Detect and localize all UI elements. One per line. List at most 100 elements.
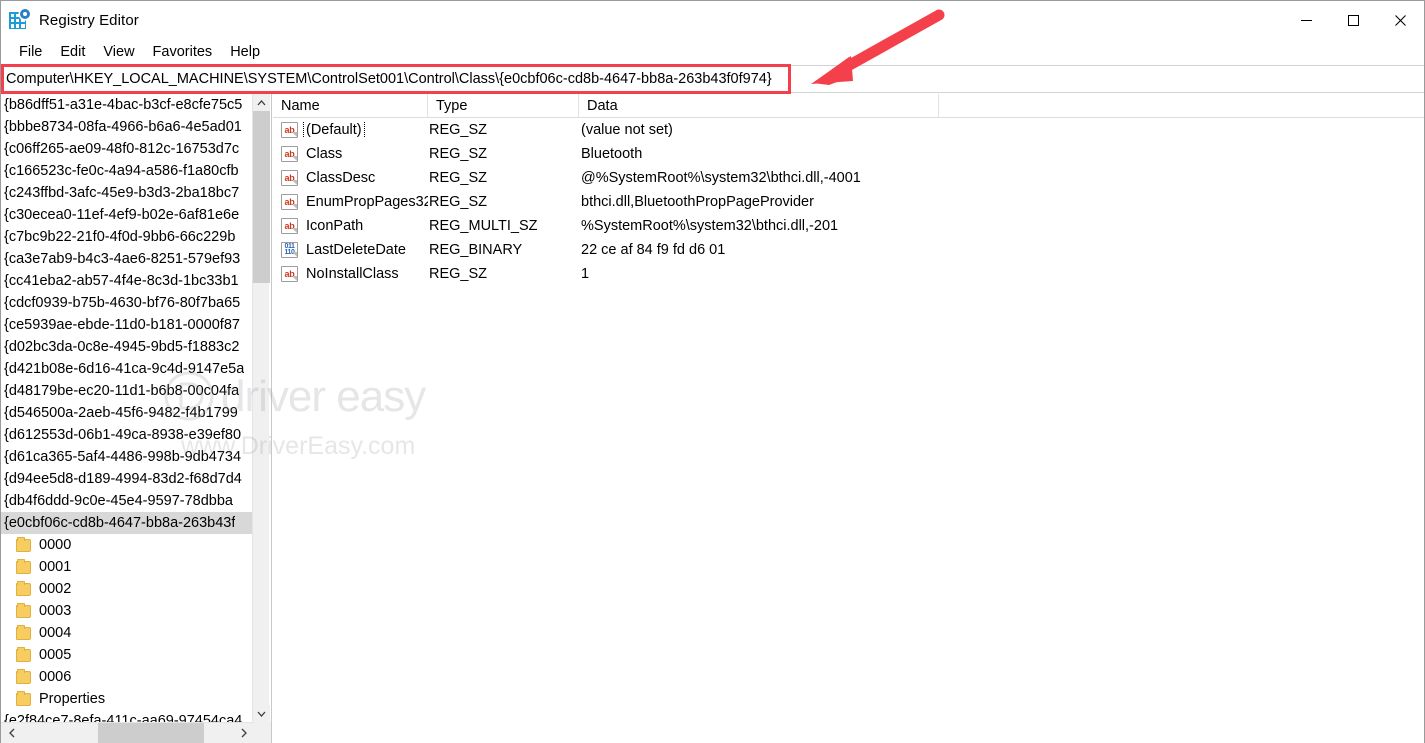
menu-item-favorites[interactable]: Favorites — [144, 42, 222, 62]
tree-item[interactable]: {cdcf0939-b75b-4630-bf76-80f7ba65 — [1, 292, 252, 314]
address-bar[interactable]: Computer\HKEY_LOCAL_MACHINE\SYSTEM\Contr… — [1, 66, 1424, 92]
binary-value-icon — [281, 242, 298, 258]
scroll-right-icon[interactable] — [233, 723, 254, 743]
value-name-cell: ClassDesc — [273, 170, 428, 186]
tree-item[interactable]: {d94ee5d8-d189-4994-83d2-f68d7d4 — [1, 468, 252, 490]
tree-item[interactable]: {ca3e7ab9-b4c3-4ae6-8251-579ef93 — [1, 248, 252, 270]
tree-horizontal-scroll-thumb[interactable] — [98, 723, 204, 743]
tree-item[interactable]: {d48179be-ec20-11d1-b6b8-00c04fa — [1, 380, 252, 402]
value-name-label: LastDeleteDate — [304, 242, 408, 258]
tree-item-label: {ca3e7ab9-b4c3-4ae6-8251-579ef93 — [4, 251, 240, 267]
tree-item[interactable]: {b86dff51-a31e-4bac-b3cf-e8cfe75c5 — [1, 94, 252, 116]
tree-item[interactable]: {ce5939ae-ebde-11d0-b181-0000f87 — [1, 314, 252, 336]
table-row[interactable]: (Default)REG_SZ(value not set) — [273, 118, 1424, 142]
tree-item[interactable]: 0001 — [1, 556, 252, 578]
column-header-type[interactable]: Type — [428, 94, 579, 118]
menu-item-help[interactable]: Help — [221, 42, 269, 62]
folder-icon — [16, 539, 31, 552]
value-data-cell: Bluetooth — [579, 146, 1424, 162]
tree-item[interactable]: {c06ff265-ae09-48f0-812c-16753d7c — [1, 138, 252, 160]
tree-item[interactable]: {c243ffbd-3afc-45e9-b3d3-2ba18bc7 — [1, 182, 252, 204]
tree-vertical-scrollbar[interactable] — [252, 94, 269, 722]
table-row[interactable]: LastDeleteDateREG_BINARY22 ce af 84 f9 f… — [273, 238, 1424, 262]
table-row[interactable]: IconPathREG_MULTI_SZ%SystemRoot%\system3… — [273, 214, 1424, 238]
tree-item[interactable]: {c30ecea0-11ef-4ef9-b02e-6af81e6e — [1, 204, 252, 226]
tree-item[interactable]: 0006 — [1, 666, 252, 688]
tree-item[interactable]: {d02bc3da-0c8e-4945-9bd5-f1883c2 — [1, 336, 252, 358]
tree-item-label: {d94ee5d8-d189-4994-83d2-f68d7d4 — [4, 471, 242, 487]
window-title: Registry Editor — [39, 12, 139, 29]
tree-item[interactable]: 0004 — [1, 622, 252, 644]
value-data-cell: bthci.dll,BluetoothPropPageProvider — [579, 194, 1424, 210]
tree-item[interactable]: 0003 — [1, 600, 252, 622]
values-column-header: Name Type Data — [273, 94, 1424, 118]
value-name-label: (Default) — [304, 122, 364, 138]
tree-item[interactable]: {d612553d-06b1-49ca-8938-e39ef80 — [1, 424, 252, 446]
menu-item-file[interactable]: File — [10, 42, 51, 62]
registry-tree-pane: {b86dff51-a31e-4bac-b3cf-e8cfe75c5 {bbbe8… — [1, 94, 272, 743]
maximize-button[interactable] — [1330, 1, 1377, 39]
tree-item-label: 0006 — [39, 669, 71, 685]
tree-item-label: {cc41eba2-ab57-4f4e-8c3d-1bc33b1 — [4, 273, 239, 289]
tree-item-selected[interactable]: {e0cbf06c-cd8b-4647-bb8a-263b43f — [1, 512, 252, 534]
column-header-name[interactable]: Name — [273, 94, 428, 118]
value-type-cell: REG_SZ — [428, 122, 579, 138]
scroll-left-icon[interactable] — [1, 723, 22, 743]
registry-tree-list[interactable]: {b86dff51-a31e-4bac-b3cf-e8cfe75c5 {bbbe8… — [1, 94, 252, 722]
tree-item[interactable]: {bbbe8734-08fa-4966-b6a6-4e5ad01 — [1, 116, 252, 138]
menu-item-edit[interactable]: Edit — [51, 42, 94, 62]
tree-item[interactable]: 0005 — [1, 644, 252, 666]
tree-item-label: 0004 — [39, 625, 71, 641]
menu-item-view[interactable]: View — [94, 42, 143, 62]
string-value-icon — [281, 170, 298, 186]
column-header-filler — [939, 94, 1424, 118]
folder-icon — [16, 561, 31, 574]
value-data-cell: @%SystemRoot%\system32\bthci.dll,-4001 — [579, 170, 1424, 186]
tree-item[interactable]: {e2f84ce7-8efa-411c-aa69-97454ca4 — [1, 710, 252, 722]
tree-item[interactable]: {d421b08e-6d16-41ca-9c4d-9147e5a — [1, 358, 252, 380]
value-type-cell: REG_SZ — [428, 194, 579, 210]
tree-item[interactable]: {d546500a-2aeb-45f6-9482-f4b1799 — [1, 402, 252, 424]
registry-values-list[interactable]: (Default)REG_SZ(value not set)ClassREG_S… — [273, 118, 1424, 286]
tree-item-label: {e0cbf06c-cd8b-4647-bb8a-263b43f — [4, 515, 235, 531]
string-value-icon — [281, 122, 298, 138]
tree-horizontal-scrollbar[interactable] — [1, 722, 272, 743]
tree-item-label: {cdcf0939-b75b-4630-bf76-80f7ba65 — [4, 295, 240, 311]
value-name-label: Class — [304, 146, 344, 162]
tree-vertical-scroll-thumb[interactable] — [253, 111, 270, 283]
string-value-icon — [281, 194, 298, 210]
table-row[interactable]: EnumPropPages32REG_SZbthci.dll,Bluetooth… — [273, 190, 1424, 214]
folder-icon — [16, 627, 31, 640]
close-button[interactable] — [1377, 1, 1424, 39]
tree-item[interactable]: {db4f6ddd-9c0e-45e4-9597-78dbba — [1, 490, 252, 512]
title-bar: Registry Editor — [1, 1, 1424, 39]
close-icon — [1394, 14, 1407, 27]
tree-item[interactable]: {d61ca365-5af4-4486-998b-9db4734 — [1, 446, 252, 468]
value-type-cell: REG_MULTI_SZ — [428, 218, 579, 234]
table-row[interactable]: ClassREG_SZBluetooth — [273, 142, 1424, 166]
column-header-data[interactable]: Data — [579, 94, 939, 118]
tree-item[interactable]: {c166523c-fe0c-4a94-a586-f1a80cfb — [1, 160, 252, 182]
tree-item-label: {b86dff51-a31e-4bac-b3cf-e8cfe75c5 — [4, 97, 242, 113]
tree-item[interactable]: {cc41eba2-ab57-4f4e-8c3d-1bc33b1 — [1, 270, 252, 292]
value-name-cell: (Default) — [273, 122, 428, 138]
registry-editor-icon — [8, 9, 30, 31]
tree-item-label: {d02bc3da-0c8e-4945-9bd5-f1883c2 — [4, 339, 239, 355]
scroll-up-icon[interactable] — [253, 94, 270, 111]
window-controls — [1283, 1, 1424, 39]
folder-icon — [16, 693, 31, 706]
main-content: {b86dff51-a31e-4bac-b3cf-e8cfe75c5 {bbbe8… — [1, 94, 1424, 743]
value-type-cell: REG_BINARY — [428, 242, 579, 258]
table-row[interactable]: ClassDescREG_SZ@%SystemRoot%\system32\bt… — [273, 166, 1424, 190]
value-name-label: NoInstallClass — [304, 266, 401, 282]
tree-item-label: 0000 — [39, 537, 71, 553]
scroll-down-icon[interactable] — [253, 705, 270, 722]
tree-item[interactable]: {c7bc9b22-21f0-4f0d-9bb6-66c229b — [1, 226, 252, 248]
tree-item[interactable]: 0002 — [1, 578, 252, 600]
tree-item[interactable]: 0000 — [1, 534, 252, 556]
table-row[interactable]: NoInstallClassREG_SZ1 — [273, 262, 1424, 286]
tree-item-label: {d48179be-ec20-11d1-b6b8-00c04fa — [4, 383, 239, 399]
folder-icon — [16, 671, 31, 684]
minimize-button[interactable] — [1283, 1, 1330, 39]
tree-item[interactable]: Properties — [1, 688, 252, 710]
